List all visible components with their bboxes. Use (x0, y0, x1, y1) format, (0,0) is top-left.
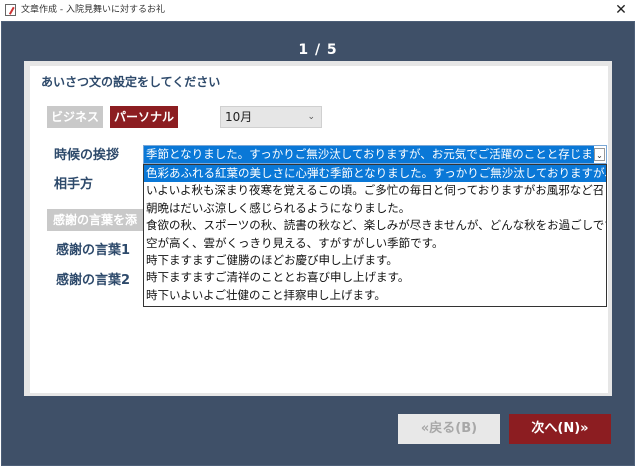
document-icon (5, 4, 16, 16)
back-button[interactable]: «戻る(B) (398, 414, 500, 444)
recipient-label: 相手方 (54, 177, 94, 192)
thanks1-label: 感謝の言葉1 (56, 243, 131, 258)
dropdown-option[interactable]: 空が高く、雲がくっきり見える、すがすがしい季節です。 (144, 235, 606, 252)
title-bar: 文章作成 - 入院見舞いに対するお礼 ✕ (0, 0, 636, 21)
season-greeting-value: 季節となりました。すっかりご無沙汰しておりますが、お元気でご活躍のことと存じます… (144, 146, 594, 163)
dropdown-arrow-icon[interactable]: ⌄ (594, 148, 605, 161)
close-button[interactable]: ✕ (612, 1, 630, 19)
step-indicator: 1 / 5 (298, 42, 338, 58)
page-heading: あいさつ文の設定をしてください (41, 75, 221, 89)
month-select-value: 10月 (225, 110, 253, 124)
dropdown-option[interactable]: 時下いよいよご壮健のこと拝察申し上げます。 (144, 287, 606, 304)
season-greeting-label: 時候の挨拶 (54, 148, 120, 163)
dropdown-option[interactable]: いよいよ秋も深まり夜寒を覚えるこの頃。ご多忙の毎日と伺っておりますがお風邪など召 (144, 182, 606, 199)
dropdown-option[interactable]: 食欲の秋、スポーツの秋、読書の秋など、楽しみが尽きませんが、どんな秋をお過ごしで… (144, 217, 606, 234)
chevron-down-icon: ⌄ (307, 112, 315, 122)
dropdown-option[interactable]: 時下ますますご清祥のこととお喜び申し上げます。 (144, 269, 606, 286)
season-greeting-dropdown: 色彩あふれる紅葉の美しさに心弾む季節となりました。すっかりご無沙汰しておりますが… (143, 164, 607, 307)
season-greeting-combobox[interactable]: 季節となりました。すっかりご無沙汰しておりますが、お元気でご活躍のことと存じます… (143, 145, 607, 164)
next-button[interactable]: 次へ(N)» (509, 414, 611, 444)
month-select[interactable]: 10月 ⌄ (220, 106, 322, 128)
dropdown-option[interactable]: 色彩あふれる紅葉の美しさに心弾む季節となりました。すっかりご無沙汰しておりますが… (144, 165, 606, 183)
dropdown-option[interactable]: 時下ますますご健勝のほどお慶び申し上げます。 (144, 252, 606, 269)
add-thanks-toggle[interactable]: 感謝の言葉を添 (47, 209, 157, 231)
dropdown-option[interactable]: 朝晩はだいぶ涼しく感じられるようになりました。 (144, 200, 606, 217)
thanks2-label: 感謝の言葉2 (56, 273, 131, 288)
tab-business[interactable]: ビジネス (47, 106, 103, 128)
tab-personal[interactable]: パーソナル (110, 106, 178, 128)
window-title: 文章作成 - 入院見舞いに対するお礼 (21, 5, 165, 15)
